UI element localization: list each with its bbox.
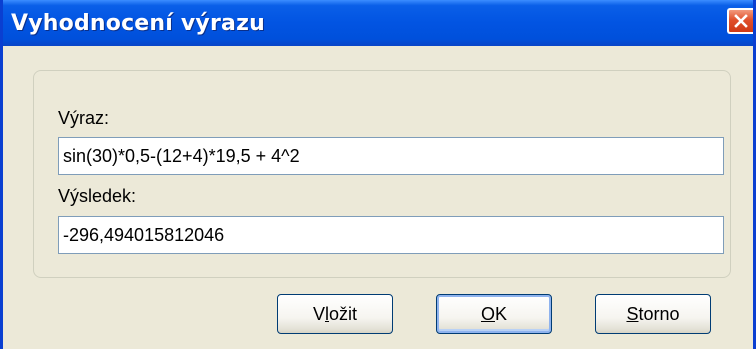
insert-button-label: Vložit (312, 303, 358, 324)
cancel-button-label: Storno (626, 303, 680, 324)
dialog-window: Vyhodnocení výrazu Výraz: Výsledek: Vlož… (0, 0, 756, 349)
expression-input[interactable] (58, 137, 724, 175)
close-x-icon (734, 14, 748, 28)
expression-label: Výraz: (58, 108, 110, 128)
ok-button-label: OK (480, 303, 508, 324)
close-button[interactable] (727, 8, 753, 34)
window-title: Vyhodnocení výrazu (11, 10, 265, 36)
insert-button[interactable]: Vložit (277, 294, 393, 334)
ok-button[interactable]: OK (436, 294, 552, 334)
result-field[interactable] (58, 216, 724, 254)
cancel-button[interactable]: Storno (595, 294, 711, 334)
title-bar[interactable]: Vyhodnocení výrazu (3, 0, 753, 46)
result-label: Výsledek: (58, 186, 137, 206)
